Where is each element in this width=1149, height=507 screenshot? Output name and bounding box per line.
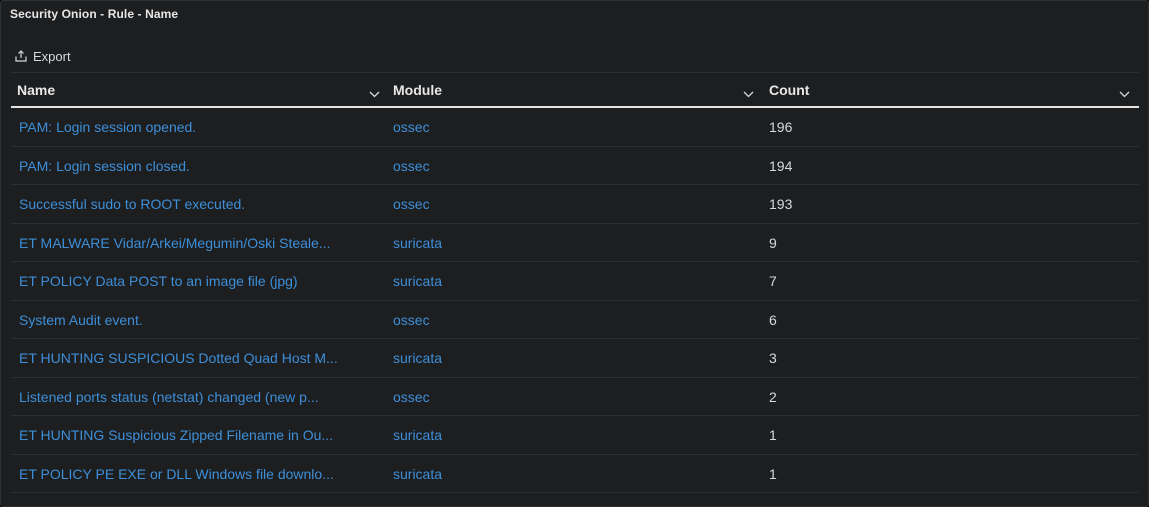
table-panel: Security Onion - Rule - Name Export Name… (0, 0, 1149, 507)
column-header-name[interactable]: Name (17, 73, 381, 106)
count-value: 7 (769, 273, 777, 289)
rule-name-link[interactable]: PAM: Login session closed. (19, 147, 383, 185)
chevron-down-icon[interactable] (1119, 85, 1130, 101)
module-link[interactable]: suricata (393, 224, 753, 262)
module-link[interactable]: suricata (393, 455, 753, 493)
column-header-label: Name (17, 81, 56, 98)
count-value: 194 (769, 157, 793, 174)
table-row: Listened ports status (netstat) changed … (11, 378, 1139, 416)
count-value: 1 (769, 427, 777, 443)
share-icon (15, 50, 27, 62)
table-row: ET HUNTING SUSPICIOUS Dotted Quad Host M… (11, 339, 1139, 378)
chevron-down-icon[interactable] (369, 85, 380, 101)
table-row: ET MALWARE Vidar/Arkei/Megumin/Oski Stea… (11, 224, 1139, 262)
export-button[interactable]: Export (15, 46, 71, 66)
count-value: 193 (769, 196, 793, 212)
rule-name-link[interactable]: ET POLICY Data POST to an image file (jp… (19, 262, 383, 300)
module-link[interactable]: suricata (393, 339, 753, 377)
rule-name-link[interactable]: Listened ports status (netstat) changed … (19, 378, 383, 416)
table-row: System Audit event. ossec 6 (11, 301, 1139, 339)
module-link[interactable]: ossec (393, 147, 753, 185)
rule-name-link[interactable]: ET MALWARE Vidar/Arkei/Megumin/Oski Stea… (19, 224, 383, 262)
table-row: ET HUNTING Suspicious Zipped Filename in… (11, 416, 1139, 455)
export-label: Export (33, 48, 71, 64)
table-header: Name Module Count (11, 72, 1139, 108)
module-link[interactable]: ossec (393, 108, 753, 146)
rule-name-link[interactable]: ET HUNTING Suspicious Zipped Filename in… (19, 416, 383, 454)
module-link[interactable]: ossec (393, 378, 753, 416)
count-value: 9 (769, 234, 777, 251)
column-header-label: Count (769, 81, 810, 98)
count-value: 6 (769, 311, 777, 328)
count-value: 3 (769, 350, 777, 366)
module-link[interactable]: suricata (393, 416, 753, 454)
rule-name-link[interactable]: ET HUNTING SUSPICIOUS Dotted Quad Host M… (19, 339, 383, 377)
chevron-down-icon[interactable] (743, 85, 754, 101)
rule-name-link[interactable]: System Audit event. (19, 301, 383, 339)
table-row: PAM: Login session closed. ossec 194 (11, 147, 1139, 185)
panel-title: Security Onion - Rule - Name (10, 7, 179, 21)
rule-name-link[interactable]: PAM: Login session opened. (19, 108, 383, 146)
table-row: Successful sudo to ROOT executed. ossec … (11, 185, 1139, 224)
module-link[interactable]: ossec (393, 301, 753, 339)
rule-name-link[interactable]: Successful sudo to ROOT executed. (19, 185, 383, 223)
count-value: 196 (769, 119, 793, 135)
column-header-label: Module (393, 81, 442, 98)
count-value: 1 (769, 465, 777, 482)
data-table: Name Module Count PAM: Login session ope… (11, 72, 1139, 493)
table-row: ET POLICY PE EXE or DLL Windows file dow… (11, 455, 1139, 493)
column-header-count[interactable]: Count (769, 73, 1139, 106)
table-row: PAM: Login session opened. ossec 196 (11, 108, 1139, 147)
column-header-module[interactable]: Module (393, 73, 757, 106)
module-link[interactable]: ossec (393, 185, 753, 223)
table-row: ET POLICY Data POST to an image file (jp… (11, 262, 1139, 301)
count-value: 2 (769, 388, 777, 405)
module-link[interactable]: suricata (393, 262, 753, 300)
rule-name-link[interactable]: ET POLICY PE EXE or DLL Windows file dow… (19, 455, 383, 493)
